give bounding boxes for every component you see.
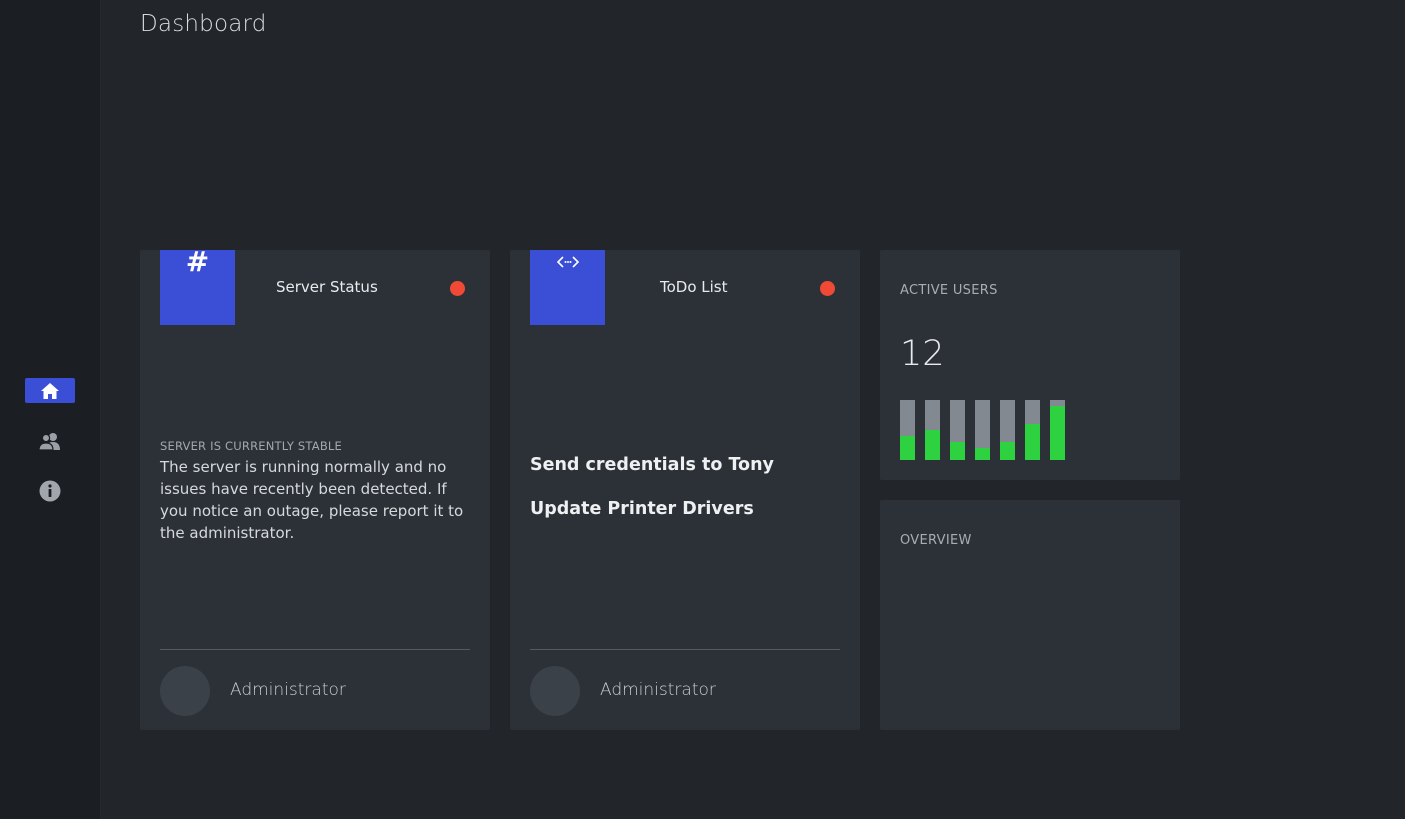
- activity-bar-fill: [925, 430, 940, 460]
- home-icon: [41, 382, 59, 399]
- nav-item-home[interactable]: [25, 378, 75, 403]
- info-icon: [39, 480, 61, 501]
- activity-bar-fill: [950, 442, 965, 460]
- author-name: Administrator: [230, 680, 346, 700]
- active-users-panel: Active Users 12: [880, 250, 1180, 480]
- page-title: Dashboard: [140, 11, 267, 37]
- card-title: ToDo List: [660, 278, 728, 296]
- panel-label: Active Users: [900, 283, 998, 298]
- activity-bar: [1050, 400, 1065, 460]
- activity-bar-fill: [1000, 442, 1015, 460]
- avatar: [530, 666, 580, 716]
- todo-list-card: ToDo List Send credentials to Tony Updat…: [510, 250, 860, 730]
- status-text: The server is running normally and no is…: [160, 458, 464, 542]
- activity-bar: [1000, 400, 1015, 460]
- todo-list-tile: [530, 250, 605, 325]
- divider: [530, 649, 840, 650]
- panel-label: Overview: [900, 533, 972, 548]
- users-icon: [38, 432, 60, 451]
- activity-bar-fill: [975, 448, 990, 460]
- sidebar: [0, 0, 100, 819]
- activity-bar-fill: [1025, 424, 1040, 460]
- activity-bar: [900, 400, 915, 460]
- status-indicator: [450, 281, 465, 296]
- activity-bar: [975, 400, 990, 460]
- activity-bar: [950, 400, 965, 460]
- nav-item-info[interactable]: [25, 478, 75, 503]
- hash-icon: #: [185, 245, 210, 278]
- nav-item-users[interactable]: [25, 428, 75, 453]
- server-status-tile: #: [160, 245, 235, 325]
- activity-bars: [900, 400, 1065, 460]
- status-indicator: [820, 281, 835, 296]
- todo-item[interactable]: Send credentials to Tony: [530, 455, 774, 475]
- code-icon: [556, 256, 579, 268]
- active-users-count: 12: [900, 334, 945, 374]
- overview-panel: Overview: [880, 500, 1180, 730]
- activity-bar: [1025, 400, 1040, 460]
- todo-item[interactable]: Update Printer Drivers: [530, 499, 754, 519]
- activity-bar: [925, 400, 940, 460]
- divider: [160, 649, 470, 650]
- activity-bar-fill: [1050, 406, 1065, 460]
- card-title: Server Status: [276, 278, 378, 296]
- avatar: [160, 666, 210, 716]
- status-heading: Server is currently stable: [160, 439, 342, 453]
- server-status-card: # Server Status Server is currently stab…: [140, 245, 490, 730]
- author-name: Administrator: [600, 680, 716, 700]
- activity-bar-fill: [900, 436, 915, 460]
